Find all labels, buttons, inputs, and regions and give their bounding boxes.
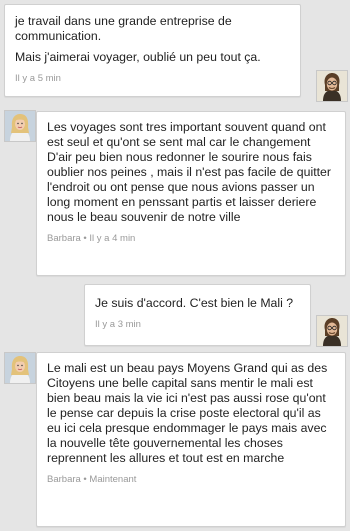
message-bubble-incoming: Le mali est un beau pays Moyens Grand qu… bbox=[36, 352, 346, 527]
message-text: Les voyages sont tres important souvent … bbox=[47, 120, 331, 224]
man-with-glasses-avatar[interactable] bbox=[316, 70, 348, 102]
message-bubble-outgoing: Je suis d'accord. C'est bien le Mali ? I… bbox=[84, 284, 311, 346]
message-text: Je suis d'accord. C'est bien le Mali ? bbox=[95, 296, 294, 310]
message-bubble-incoming: Les voyages sont tres important souvent … bbox=[36, 111, 346, 276]
message-timestamp: Il y a 3 min bbox=[95, 319, 141, 330]
man-with-glasses-avatar[interactable] bbox=[316, 315, 348, 347]
message-timestamp: Il y a 5 min bbox=[15, 73, 61, 84]
blonde-woman-avatar[interactable] bbox=[4, 110, 36, 142]
message-sender-timestamp: Barbara • Maintenant bbox=[47, 474, 137, 485]
message-sender-timestamp: Barbara • Il y a 4 min bbox=[47, 233, 136, 244]
message-text: je travail dans une grande entreprise de… bbox=[15, 14, 232, 43]
blonde-woman-avatar[interactable] bbox=[4, 352, 36, 384]
message-text: Le mali est un beau pays Moyens Grand qu… bbox=[47, 361, 328, 465]
message-text: Mais j'aimerai voyager, oublié un peu to… bbox=[15, 50, 261, 64]
message-bubble-outgoing: je travail dans une grande entreprise de… bbox=[4, 4, 301, 97]
